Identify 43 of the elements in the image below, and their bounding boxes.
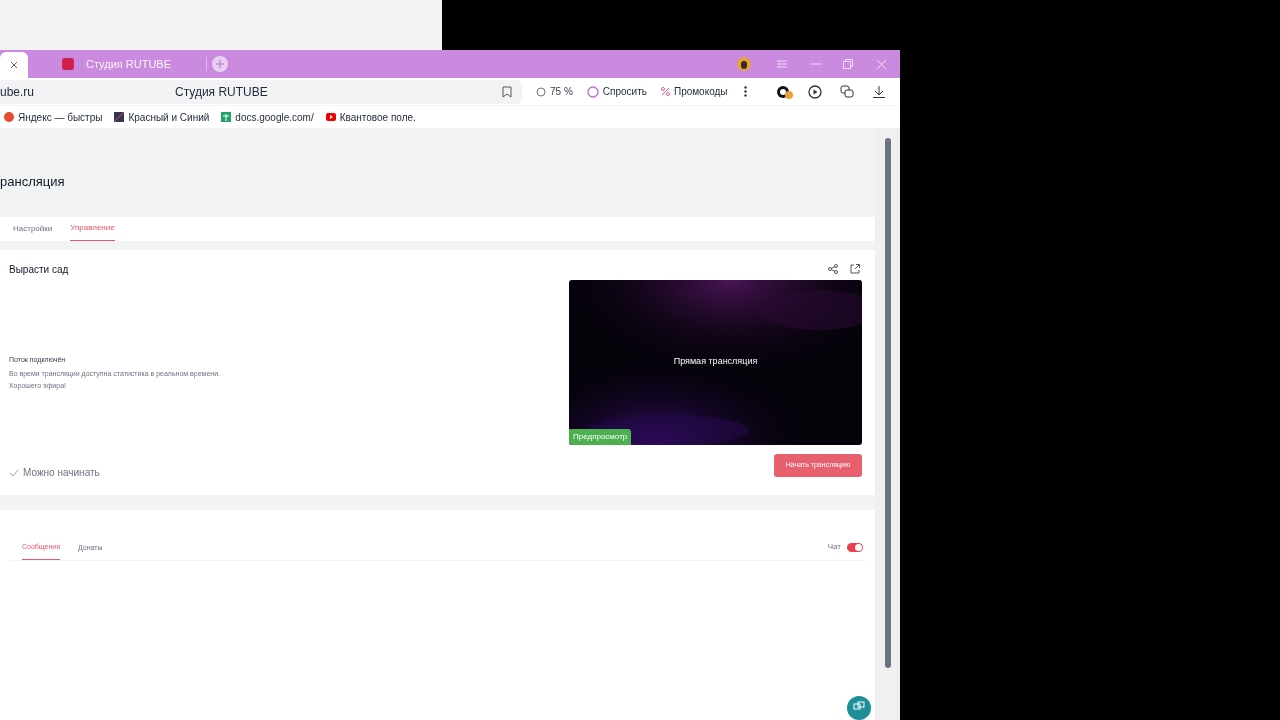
favicon-icon	[325, 112, 336, 122]
chat-toggle[interactable]	[847, 543, 863, 552]
page-title: Студия RUTUBE	[175, 83, 268, 101]
url-text: ube.ru	[0, 83, 35, 101]
ask-button[interactable]: Спросить	[586, 84, 647, 99]
avatar-icon[interactable]	[737, 57, 751, 71]
toggle-label: Чат	[827, 541, 841, 553]
more-icon[interactable]	[743, 86, 747, 97]
play-icon[interactable]	[807, 84, 824, 99]
page-heading: рансляция	[0, 172, 65, 191]
chat-bubble-icon	[586, 85, 599, 98]
favicon-icon	[4, 112, 14, 122]
ready-status: Можно начинать	[9, 465, 569, 480]
bookmark-icon[interactable]	[502, 85, 512, 98]
support-button[interactable]	[847, 696, 871, 720]
windows-icon	[853, 701, 865, 711]
app-logo-icon	[62, 58, 74, 70]
external-link-icon[interactable]	[850, 263, 860, 274]
tab-title: Студия RUTUBE	[86, 56, 172, 72]
page-tab[interactable]: Настройки	[13, 222, 53, 241]
extension-icon[interactable]	[776, 84, 793, 99]
check-icon	[9, 468, 19, 477]
favicon-icon	[221, 112, 232, 122]
preview-title: Прямая трансляция	[673, 355, 758, 369]
zoom-button[interactable]: 75 %	[536, 84, 573, 99]
chat-icon[interactable]	[839, 84, 854, 99]
page-tab[interactable]: Управление	[70, 221, 115, 241]
plus-icon	[215, 59, 225, 69]
bookmark[interactable]: Квантовое поле.	[325, 109, 416, 125]
percent-icon	[660, 87, 670, 96]
browser-tab[interactable]	[0, 52, 28, 78]
share-icon[interactable]	[828, 263, 838, 274]
bookmark[interactable]: Красный и Синий	[114, 109, 210, 125]
scrollbar[interactable]	[884, 138, 891, 668]
close-icon[interactable]	[11, 62, 17, 68]
bookmark[interactable]: docs.google.com/	[221, 109, 314, 125]
promo-button[interactable]: Промокоды	[660, 84, 728, 99]
address-bar[interactable]: ube.ru Студия RUTUBE	[0, 79, 522, 104]
download-icon[interactable]	[872, 85, 885, 98]
bookmark[interactable]: Яндекс — быстры	[4, 109, 103, 125]
magnifier-icon	[536, 86, 546, 97]
favicon-icon	[114, 112, 125, 122]
stream-name: Вырасти сад	[9, 262, 70, 277]
